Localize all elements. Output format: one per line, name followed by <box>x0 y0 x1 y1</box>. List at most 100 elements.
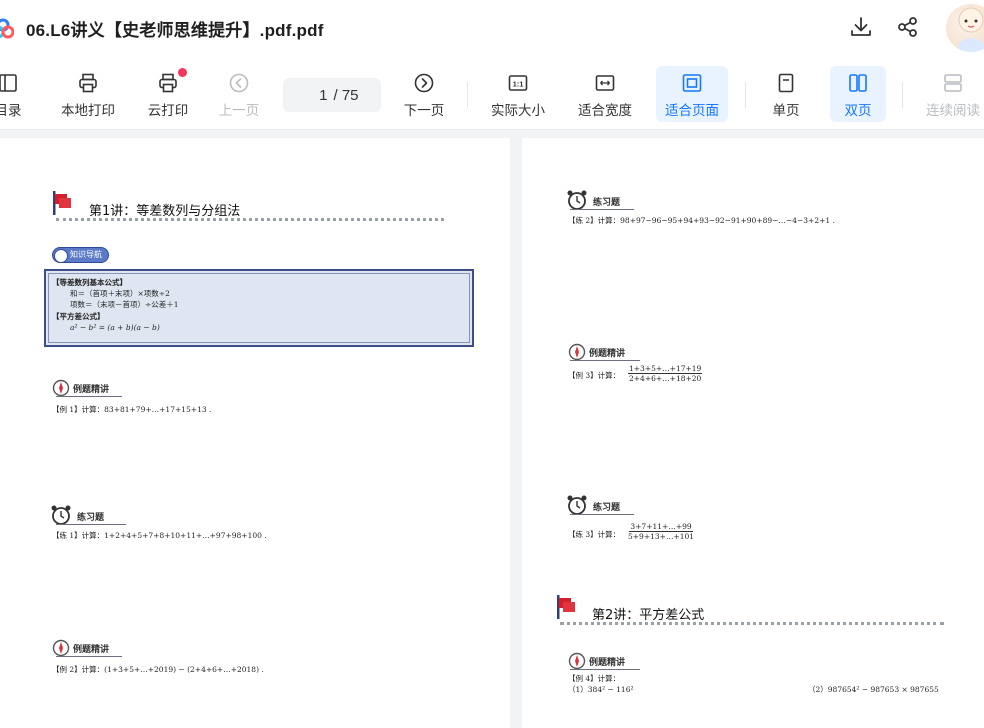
fit-page-label: 适合页面 <box>665 103 719 118</box>
section-underline <box>56 656 122 657</box>
example-subpart: （1）384² − 116² <box>568 685 634 694</box>
cloud-print-label: 云打印 <box>147 103 189 118</box>
formula-heading: 【等差数列基本公式】 <box>52 278 127 287</box>
toolbar-divider <box>467 82 468 108</box>
compass-icon <box>52 379 70 397</box>
formula-box: 【等差数列基本公式】 和＝（首项＋末项）×项数÷2 项数＝（末项－首项）÷公差＋… <box>44 269 474 347</box>
cloud-printer-icon <box>159 73 177 93</box>
fraction-numerator: 1+3+5+…+17+19 <box>628 364 703 374</box>
share-icon[interactable] <box>895 14 921 40</box>
section-underline <box>570 514 634 515</box>
toc-button[interactable]: 目录 <box>0 66 28 122</box>
download-icon[interactable] <box>848 14 874 40</box>
section-underline <box>56 524 126 525</box>
avatar-face-icon <box>958 7 984 52</box>
fit-page-icon <box>682 74 702 92</box>
toolbar-divider <box>902 82 903 108</box>
lecture-title: 第2讲：平方差公式 <box>592 608 705 623</box>
title-divider <box>56 218 444 221</box>
toc-icon <box>0 74 17 92</box>
continuous-icon <box>944 74 962 92</box>
page-total: / 75 <box>333 86 359 104</box>
alarm-clock-icon <box>51 505 71 525</box>
example-text: 【例 1】计算：83+81+79+…+17+15+13 . <box>52 405 212 414</box>
compass-icon <box>52 639 70 657</box>
double-page-icon <box>849 74 867 92</box>
actual-size-button[interactable]: 1:1 实际大小 <box>486 66 550 122</box>
red-flag-icon <box>53 191 71 215</box>
prev-page-button[interactable]: 上一页 <box>214 66 264 122</box>
section-title: 练习题 <box>77 513 105 523</box>
example-label: 【例 3】计算： <box>568 371 621 380</box>
title-divider <box>560 622 944 625</box>
fraction-denominator: 2+4+6+…+18+20 <box>629 374 702 383</box>
formula-heading: 【平方差公式】 <box>52 312 105 321</box>
compass-icon <box>568 652 586 670</box>
example-text: 【例 2】计算：(1+3+5+…+2019) − (2+4+6+…+2018) … <box>52 665 264 674</box>
title-bar: 06.L6讲义【史老师思维提升】.pdf.pdf <box>0 0 984 56</box>
chevron-right-circle-icon <box>414 73 434 93</box>
document-title: 06.L6讲义【史老师思维提升】.pdf.pdf <box>26 21 324 40</box>
fit-width-icon <box>595 75 615 91</box>
practice-text: 【练 2】计算：98+97−96−95+94+93−92−91+90+89−…−… <box>568 216 835 225</box>
printer-icon <box>79 73 97 93</box>
toc-label: 目录 <box>0 103 22 118</box>
local-print-label: 本地打印 <box>61 103 115 118</box>
red-flag-icon <box>557 595 575 619</box>
app-logo-icon <box>0 18 14 39</box>
local-print-button[interactable]: 本地打印 <box>56 66 120 122</box>
notification-dot <box>178 68 187 77</box>
formula-line: a² − b² = (a + b)(a − b) <box>70 323 160 332</box>
document-viewer[interactable]: 第1讲：等差数列与分组法 知识导航 【等差数列基本公式】 和＝（首项＋末项）×项… <box>0 131 984 728</box>
practice-text: 【练 1】计算：1+2+4+5+7+8+10+11+…+97+98+100 . <box>52 531 267 540</box>
continuous-read-button[interactable]: 连续阅读 <box>921 66 984 122</box>
double-page-button[interactable]: 双页 <box>830 66 886 122</box>
section-underline <box>570 669 640 670</box>
section-title: 例题精讲 <box>589 349 626 359</box>
lecture-title: 第1讲：等差数列与分组法 <box>89 204 241 219</box>
double-page-label: 双页 <box>844 103 872 118</box>
single-page-label: 单页 <box>772 103 800 118</box>
pdf-page-left: 第1讲：等差数列与分组法 知识导航 【等差数列基本公式】 和＝（首项＋末项）×项… <box>0 138 510 728</box>
section-title: 例题精讲 <box>73 385 110 395</box>
fraction-denominator: 5+9+13+…+101 <box>628 532 695 541</box>
next-page-label: 下一页 <box>403 103 445 118</box>
chevron-left-circle-icon <box>229 73 249 93</box>
example-subpart: （2）987654² − 987653 × 987655 <box>808 685 939 694</box>
fraction: 1+3+5+…+17+19 2+4+6+…+18+20 <box>628 364 703 383</box>
toolbar-divider <box>745 82 746 108</box>
pdf-toolbar: 目录 本地打印 云打印 上一页 / 75 下一页 <box>0 56 984 130</box>
page-indicator: / 75 <box>283 78 381 112</box>
actual-size-icon: 1:1 <box>508 75 528 91</box>
section-underline <box>56 396 122 397</box>
section-underline <box>570 360 640 361</box>
single-page-button[interactable]: 单页 <box>764 66 808 122</box>
actual-size-label: 实际大小 <box>491 103 545 118</box>
nav-badge: 知识导航 <box>52 247 109 263</box>
pdf-page-right: 练习题 【练 2】计算：98+97−96−95+94+93−92−91+90+8… <box>522 138 984 728</box>
fit-width-button[interactable]: 适合宽度 <box>573 66 637 122</box>
formula-line: 项数＝（末项－首项）÷公差＋1 <box>70 300 179 309</box>
fit-width-label: 适合宽度 <box>578 103 632 118</box>
formula-line: 和＝（首项＋末项）×项数÷2 <box>70 289 170 298</box>
next-page-button[interactable]: 下一页 <box>399 66 449 122</box>
prev-page-label: 上一页 <box>218 103 260 118</box>
compass-icon <box>568 343 586 361</box>
continuous-read-label: 连续阅读 <box>926 103 980 118</box>
page-number-input[interactable] <box>305 86 328 104</box>
example-label: 【例 4】计算： <box>568 674 621 683</box>
fraction-numerator: 3+7+11+…+99 <box>629 522 693 532</box>
zoom-ratio-text: 1:1 <box>513 80 524 89</box>
section-title: 例题精讲 <box>73 645 110 655</box>
practice-label: 【练 3】计算： <box>568 530 621 539</box>
alarm-clock-icon <box>567 190 587 210</box>
single-page-icon <box>778 73 794 93</box>
section-title: 练习题 <box>593 503 621 513</box>
alarm-clock-icon <box>567 495 587 515</box>
section-title: 例题精讲 <box>589 658 626 668</box>
user-avatar[interactable] <box>946 4 984 52</box>
fraction: 3+7+11+…+99 5+9+13+…+101 <box>628 522 694 541</box>
section-underline <box>570 209 634 210</box>
section-title: 练习题 <box>593 198 621 208</box>
fit-page-button[interactable]: 适合页面 <box>656 66 728 122</box>
